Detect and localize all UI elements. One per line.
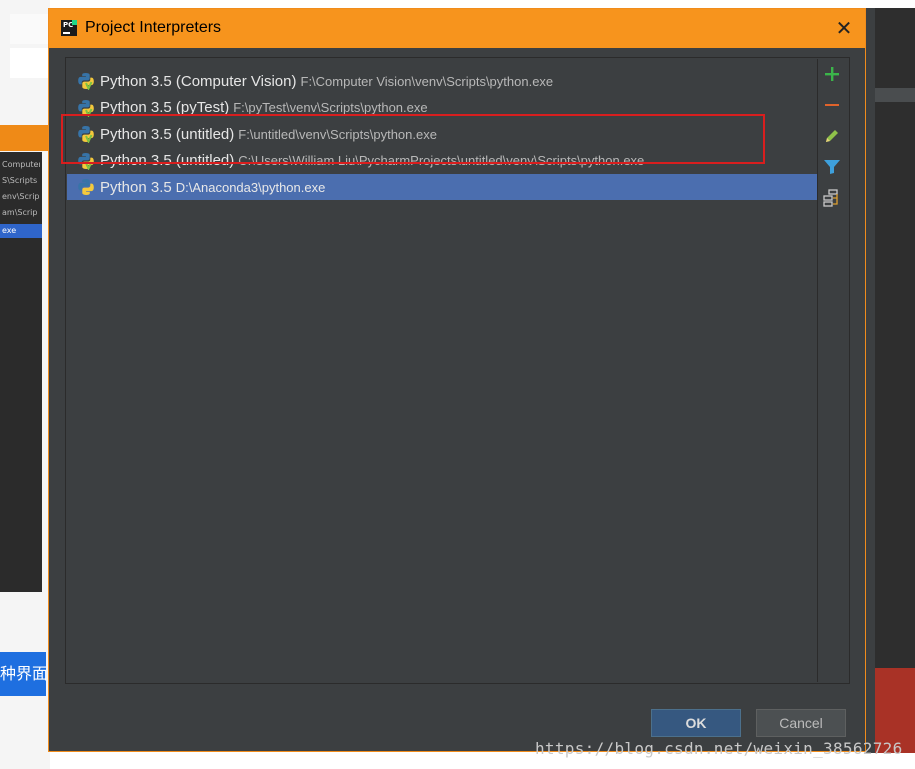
filter-icon	[823, 159, 841, 179]
background-ide-left: Computer S\Scripts env\Scrip am\Scrip ex…	[0, 0, 50, 769]
edit-icon	[824, 128, 840, 148]
background-orange-strip	[0, 125, 50, 151]
interpreter-name: Python 3.5 (pyTest)	[100, 99, 230, 116]
background-ide-right	[865, 8, 915, 753]
background-dark-panel: Computer S\Scripts env\Scrip am\Scrip ex…	[0, 152, 42, 592]
show-paths-icon	[823, 189, 841, 211]
interpreter-row[interactable]: Python 3.5 (Computer Vision) F:\Computer …	[67, 68, 817, 94]
project-interpreters-dialog: PC Project Interpreters ✕ Python 3.5 (Co…	[48, 8, 866, 752]
edit-button[interactable]	[817, 125, 847, 151]
interpreter-path: F:\Computer Vision\venv\Scripts\python.e…	[300, 73, 554, 89]
ok-button[interactable]: OK	[651, 709, 741, 737]
background-text: S\Scripts	[2, 176, 38, 185]
interpreter-name: Python 3.5 (untitled)	[100, 152, 235, 169]
interpreter-path: C:\Users\William Liu\PycharmProjects\unt…	[238, 153, 645, 168]
close-button[interactable]: ✕	[833, 17, 855, 39]
background-panel	[875, 88, 915, 102]
interpreter-name: Python 3.5 (Computer Vision)	[100, 72, 297, 90]
interpreter-path: F:\untitled\venv\Scripts\python.exe	[238, 126, 437, 142]
background-text: exe	[2, 226, 17, 235]
background-text: Computer	[2, 160, 40, 169]
python-venv-icon	[77, 125, 95, 144]
interpreter-row[interactable]: Python 3.5 D:\Anaconda3\python.exe	[67, 174, 817, 200]
background-panel	[10, 14, 50, 44]
interpreter-row[interactable]: Python 3.5 (untitled) F:\untitled\venv\Sc…	[67, 121, 817, 147]
dialog-title: Project Interpreters	[85, 19, 222, 36]
cancel-button[interactable]: Cancel	[756, 709, 846, 737]
interpreter-path: D:\Anaconda3\python.exe	[175, 179, 326, 195]
watermark-text: https://blog.csdn.net/weixin_38562726	[535, 739, 903, 758]
remove-icon	[824, 97, 840, 117]
interpreter-path: F:\pyTest\venv\Scripts\python.exe	[233, 100, 428, 115]
background-panel	[10, 48, 50, 78]
background-blue-button: 种界面	[0, 652, 46, 696]
show-paths-button[interactable]	[817, 187, 847, 213]
interpreter-list[interactable]: Python 3.5 (Computer Vision) F:\Computer …	[67, 59, 818, 682]
python-venv-icon	[77, 99, 95, 118]
interpreter-name: Python 3.5	[100, 178, 172, 196]
pycharm-app-icon: PC	[61, 20, 77, 36]
background-text: env\Scrip	[2, 192, 40, 201]
add-button[interactable]	[817, 63, 847, 89]
background-panel	[875, 8, 915, 753]
interpreter-row[interactable]: Python 3.5 (pyTest) F:\pyTest\venv\Script…	[67, 95, 817, 121]
remove-button[interactable]	[817, 94, 847, 120]
filter-button[interactable]	[817, 156, 847, 182]
interpreter-row[interactable]: Python 3.5 (untitled) C:\Users\William Li…	[67, 148, 817, 174]
interpreter-name: Python 3.5 (untitled)	[100, 125, 235, 143]
python-venv-icon	[77, 72, 95, 91]
python-venv-icon	[77, 152, 95, 171]
add-icon	[824, 66, 840, 86]
interpreter-list-panel: Python 3.5 (Computer Vision) F:\Computer …	[65, 57, 850, 684]
python-icon	[77, 178, 95, 196]
background-text: am\Scrip	[2, 208, 38, 217]
close-icon: ✕	[835, 16, 853, 40]
dialog-title-bar: PC Project Interpreters ✕	[49, 9, 865, 48]
